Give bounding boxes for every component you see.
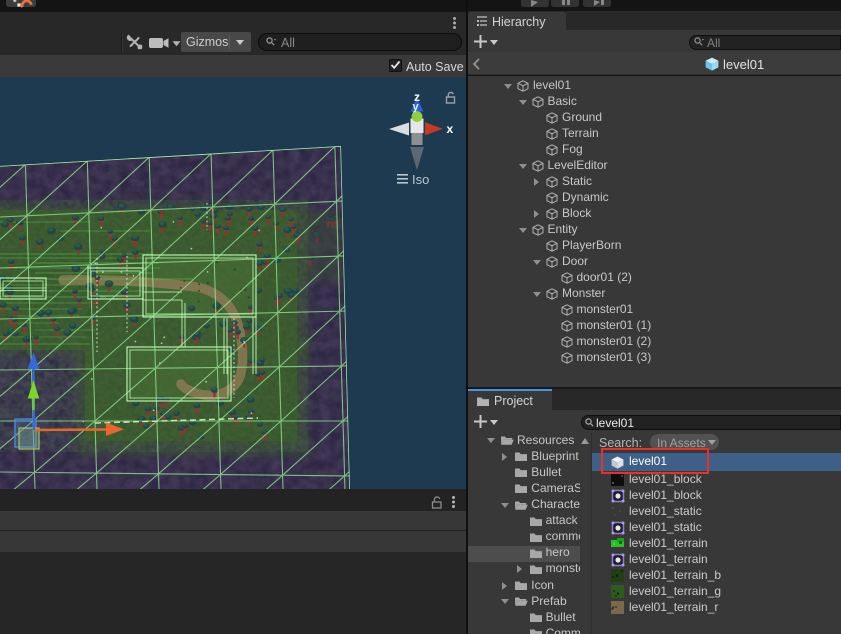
svg-text:Iso: Iso <box>412 172 429 187</box>
svg-text:y: y <box>413 101 420 113</box>
svg-text:x: x <box>447 122 454 136</box>
